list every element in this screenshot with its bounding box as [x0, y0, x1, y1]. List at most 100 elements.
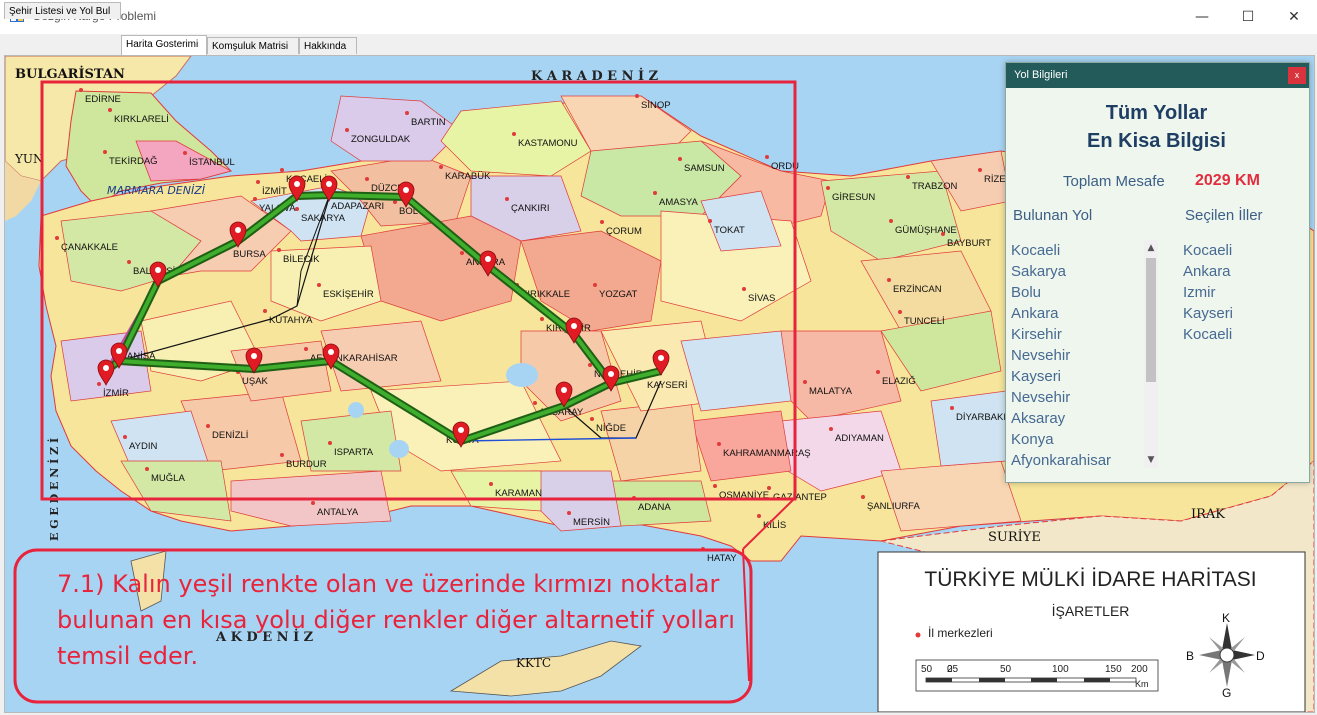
tab-hakkinda[interactable]: Hakkında: [299, 37, 357, 54]
minimize-button[interactable]: —: [1179, 0, 1225, 34]
city-label: ADAPAZARI: [331, 201, 384, 212]
compass-b: B: [1186, 649, 1194, 663]
city-dot: [439, 165, 443, 169]
city-label: ERZİNCAN: [893, 284, 942, 295]
scroll-up-icon[interactable]: ▲: [1144, 241, 1158, 255]
found-path-item[interactable]: Ankara: [1011, 303, 1141, 324]
city-label: KASTAMONU: [518, 138, 578, 149]
city-label: ÇANAKKALE: [61, 242, 118, 253]
city-dot: [183, 151, 187, 155]
found-path-list[interactable]: Kocaeli Sakarya Bolu Ankara Kirsehir Nevsehir…: [1011, 240, 1141, 468]
found-path-scrollbar[interactable]: ▲ ▼: [1144, 240, 1158, 468]
city-label: BAYBURT: [947, 238, 991, 249]
yol-bilgileri-header[interactable]: Yol Bilgileri x: [1006, 63, 1309, 88]
city-label: AMASYA: [659, 197, 699, 208]
city-label: UŞAK: [242, 376, 269, 387]
found-path-item[interactable]: Afyonkarahisar: [1011, 450, 1141, 468]
city-label: İZMİR: [103, 388, 129, 399]
selected-city-item[interactable]: Kocaeli: [1183, 324, 1293, 345]
selected-city-item[interactable]: Kocaeli: [1183, 240, 1293, 261]
city-label: GİRESUN: [832, 192, 875, 203]
tab-komsuluk-matrisi[interactable]: Komşuluk Matrisi: [207, 37, 299, 54]
maximize-button[interactable]: ☐: [1225, 0, 1271, 34]
selected-city-item[interactable]: Kayseri: [1183, 303, 1293, 324]
city-label: ISPARTA: [334, 447, 374, 458]
city-label: SİNOP: [641, 100, 671, 111]
yb-title-line1: Tüm Yollar: [1105, 102, 1208, 124]
city-dot: [127, 260, 131, 264]
city-dot: [653, 191, 657, 195]
close-button[interactable]: ✕: [1271, 0, 1317, 34]
yb-title-line2: En Kisa Bilgisi: [1087, 130, 1226, 152]
city-dot: [600, 220, 604, 224]
city-label: ŞANLIURFA: [867, 501, 920, 512]
city-dot: [512, 132, 516, 136]
city-label: KAHRAMANMARAŞ: [723, 448, 811, 459]
selected-cities-list[interactable]: Kocaeli Ankara Izmir Kayseri Kocaeli: [1183, 240, 1293, 345]
total-distance-label: Toplam Mesafe: [1063, 173, 1165, 190]
scroll-thumb[interactable]: [1146, 258, 1156, 382]
total-distance-value: 2029 KM: [1195, 172, 1260, 189]
scroll-down-icon[interactable]: ▼: [1144, 453, 1158, 467]
city-dot: [317, 283, 321, 287]
found-path-item[interactable]: Konya: [1011, 429, 1141, 450]
found-path-item[interactable]: Kirsehir: [1011, 324, 1141, 345]
scale-tick-label: 0: [947, 664, 953, 675]
city-dot: [277, 248, 281, 252]
found-path-item[interactable]: Bolu: [1011, 282, 1141, 303]
city-dot: [489, 482, 493, 486]
city-label: SAMSUN: [684, 163, 725, 174]
sea-label-marmara: MARMARA DENİZİ: [107, 184, 206, 197]
city-label: ÇORUM: [606, 226, 642, 237]
city-dot: [826, 186, 830, 190]
city-label: DENİZLİ: [212, 430, 248, 441]
city-dot: [280, 168, 284, 172]
city-dot: [55, 236, 59, 240]
city-dot: [829, 427, 833, 431]
scale-tick-label: 150: [1105, 664, 1122, 675]
city-label: GÜMÜŞHANE: [895, 225, 957, 236]
city-dot: [906, 175, 910, 179]
city-dot: [206, 424, 210, 428]
city-label: ESKİŞEHİR: [323, 289, 374, 300]
city-dot: [256, 180, 260, 184]
scale-tick-label: 50: [921, 664, 933, 675]
city-dot: [263, 309, 267, 313]
city-dot: [590, 417, 594, 421]
found-path-item[interactable]: Kayseri: [1011, 366, 1141, 387]
city-label: MUĞLA: [151, 473, 185, 484]
legend-item-il-merkezleri: İl merkezleri: [928, 626, 993, 640]
tab-sehir-listesi[interactable]: Şehir Listesi ve Yol Bul: [4, 2, 121, 19]
country-label-iraq: IRAK: [1191, 507, 1225, 522]
found-path-item[interactable]: Nevsehir: [1011, 345, 1141, 366]
tab-harita-gosterimi[interactable]: Harita Gosterimi: [121, 35, 207, 55]
selected-city-item[interactable]: Izmir: [1183, 282, 1293, 303]
compass-g: G: [1222, 686, 1231, 700]
city-dot: [365, 177, 369, 181]
found-path-item[interactable]: Kocaeli: [1011, 240, 1141, 261]
city-label: İZMİT: [262, 186, 287, 197]
sea-label-ege: E G E D E N İ Z İ: [47, 438, 61, 541]
annotation-note-text: 7.1) Kalın yeşil renkte olan ve üzerinde…: [57, 570, 735, 670]
city-dot: [295, 207, 299, 211]
found-path-item[interactable]: Aksaray: [1011, 408, 1141, 429]
city-label: ÇANKIRI: [511, 203, 550, 214]
country-label-greece: YUN: [14, 152, 44, 166]
city-label: NİĞDE: [596, 423, 626, 434]
found-path-item[interactable]: Nevsehir: [1011, 387, 1141, 408]
city-label: YOZGAT: [599, 289, 638, 300]
compass-d: D: [1256, 649, 1265, 663]
found-path-item[interactable]: Sakarya: [1011, 261, 1141, 282]
city-label: SİVAS: [748, 293, 775, 304]
city-label: İSTANBUL: [189, 157, 235, 168]
city-dot: [280, 453, 284, 457]
yol-bilgileri-close-button[interactable]: x: [1288, 67, 1306, 84]
city-dot: [713, 484, 717, 488]
city-dot: [405, 111, 409, 115]
selected-city-item[interactable]: Ankara: [1183, 261, 1293, 282]
city-dot: [717, 442, 721, 446]
city-label: MALATYA: [809, 386, 853, 397]
city-label: MERSİN: [573, 517, 610, 528]
city-dot: [742, 287, 746, 291]
city-dot: [345, 128, 349, 132]
